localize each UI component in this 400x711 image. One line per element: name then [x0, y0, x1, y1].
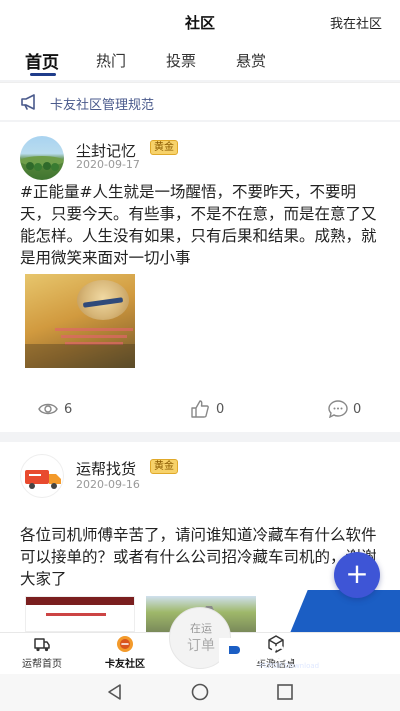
- avatar[interactable]: [20, 454, 64, 498]
- nav-label: 运帮首页: [22, 659, 62, 670]
- tab-bar: 首页 热门 投票 悬赏: [0, 42, 400, 80]
- home-icon[interactable]: [190, 683, 210, 701]
- avatar[interactable]: [20, 136, 64, 180]
- level-badge: 黄金: [150, 459, 178, 474]
- nav-item-home[interactable]: 运帮首页: [2, 633, 82, 675]
- megaphone-icon: [21, 94, 35, 110]
- like-count: 0: [216, 402, 225, 417]
- comment-icon[interactable]: [328, 400, 348, 418]
- notice-text: 卡友社区管理规范: [50, 98, 155, 113]
- eye-icon: [38, 403, 58, 415]
- image-banner: [26, 597, 134, 605]
- tab-hot[interactable]: 热门: [96, 50, 126, 71]
- landscape-avatar-image: [20, 156, 64, 171]
- tab-vote[interactable]: 投票: [166, 50, 196, 71]
- post-stats: 6 0 0: [0, 398, 400, 422]
- community-icon: [117, 636, 133, 652]
- post-image[interactable]: [25, 596, 135, 632]
- watermark-subtext: PCPOP Download: [259, 662, 320, 670]
- watermark-logo: PCPOP下载 PCPOP Download: [215, 634, 400, 676]
- screen: 社区 我在社区 首页 热门 投票 悬赏 卡友社区管理规范 尘封记忆 黄金 202…: [0, 0, 400, 711]
- tab-reward[interactable]: 悬赏: [236, 50, 266, 71]
- post-date: 2020-09-16: [76, 478, 140, 491]
- system-navigation-bar: [0, 674, 400, 711]
- pcpop-logo-icon: [219, 638, 249, 672]
- post-card[interactable]: 尘封记忆 黄金 2020-09-17 #正能量#人生就是一场醒悟，不要昨天，不要…: [0, 122, 400, 432]
- nav-label: 卡友社区: [105, 659, 145, 670]
- level-badge: 黄金: [150, 140, 178, 155]
- post-content[interactable]: #正能量#人生就是一场醒悟，不要昨天，不要明天，只要今天。有些事，不是不在意，而…: [20, 181, 385, 269]
- post-image[interactable]: [25, 274, 135, 368]
- active-tab-indicator: [30, 73, 56, 76]
- view-count: 6: [64, 402, 73, 417]
- back-icon[interactable]: [105, 683, 125, 701]
- image-ground: [25, 344, 135, 368]
- notice-bar[interactable]: 卡友社区管理规范: [0, 82, 400, 120]
- recents-icon[interactable]: [275, 683, 295, 701]
- thumbs-up-icon[interactable]: [190, 400, 210, 418]
- post-content[interactable]: 各位司机师傅辛苦了，请问谁知道冷藏车有什么软件可以接单的？或者有什么公司招冷藏车…: [20, 524, 385, 590]
- comment-count: 0: [353, 402, 362, 417]
- truck-icon: [34, 638, 50, 652]
- create-post-button[interactable]: +: [334, 552, 380, 598]
- username[interactable]: 运帮找货: [76, 458, 136, 479]
- image-text-line: [46, 613, 106, 616]
- nav-item-community[interactable]: 卡友社区: [85, 633, 165, 675]
- tab-home[interactable]: 首页: [25, 48, 59, 73]
- my-community-link[interactable]: 我在社区: [330, 13, 382, 32]
- app-header: 社区 我在社区: [0, 0, 400, 42]
- truck-logo-icon: [25, 470, 61, 489]
- post-date: 2020-09-17: [76, 158, 140, 171]
